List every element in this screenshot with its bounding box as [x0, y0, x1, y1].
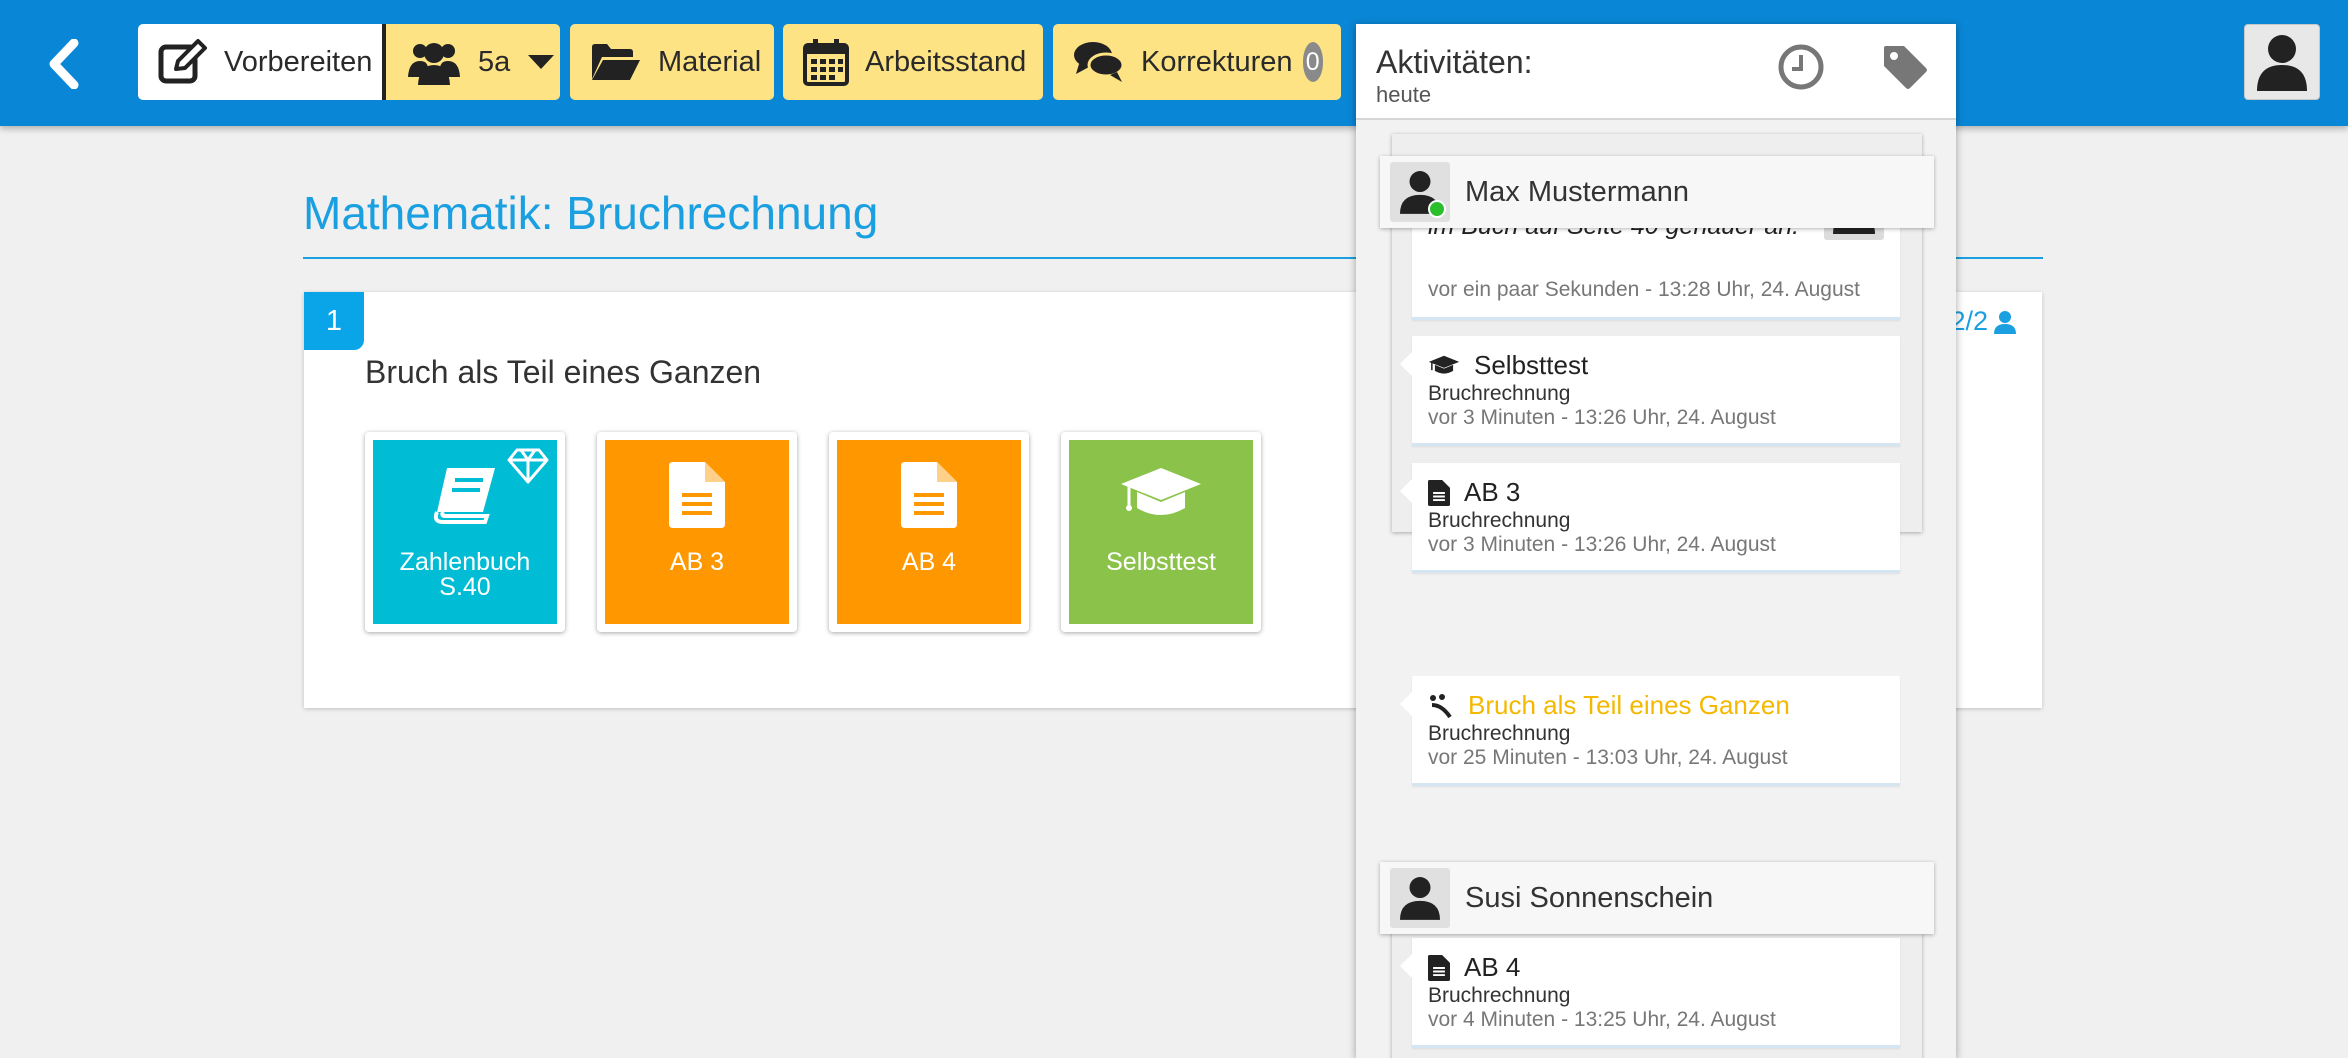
- top-navigation-bar: Vorbereiten 5a Material Arbeitsstand Kor…: [0, 0, 2348, 126]
- activities-header: Aktivitäten: heute: [1356, 24, 1956, 120]
- tile-body: Zahlenbuch S.40: [373, 440, 557, 624]
- user-menu-button[interactable]: [2244, 24, 2320, 100]
- chevron-left-icon: [49, 39, 79, 89]
- tile-body: AB 3: [605, 440, 789, 624]
- material-tile-ab3[interactable]: AB 3: [597, 432, 797, 632]
- activities-title: Aktivitäten:: [1376, 44, 1533, 80]
- book-icon: [433, 462, 497, 528]
- activity-meta: vor 25 Minuten - 13:03 Uhr, 24. August: [1428, 746, 1788, 769]
- class-select[interactable]: 5a: [386, 24, 560, 100]
- topic-icon: [1430, 693, 1452, 718]
- corrections-count-badge: 0: [1302, 42, 1323, 82]
- corrections-button[interactable]: Korrekturen 0: [1053, 24, 1341, 100]
- activity-meta: vor 4 Minuten - 13:25 Uhr, 24. August: [1428, 1008, 1776, 1031]
- student-name: Max Mustermann: [1465, 175, 1690, 208]
- material-tile-zahlenbuch[interactable]: Zahlenbuch S.40: [365, 432, 565, 632]
- tile-label: AB 3: [669, 548, 725, 576]
- tile-body: AB 4: [837, 440, 1021, 624]
- corrections-label: Korrekturen: [1141, 45, 1293, 78]
- tile-body: Selbsttest: [1069, 440, 1253, 624]
- graduation-cap-icon: [1428, 355, 1460, 374]
- back-button[interactable]: [38, 34, 88, 94]
- user-icon: [1994, 310, 2016, 334]
- page-title: Mathematik: Bruchrechnung: [303, 187, 879, 239]
- student-count-value: 2/2: [1950, 306, 1988, 336]
- diamond-icon: [507, 448, 549, 484]
- avatar: [1390, 162, 1450, 222]
- activity-subject: Bruchrechnung: [1428, 382, 1571, 405]
- calendar-icon: [803, 39, 849, 86]
- activity-meta: vor 3 Minuten - 13:26 Uhr, 24. August: [1428, 533, 1776, 556]
- activity-title: Bruch als Teil eines Ganzen: [1468, 690, 1790, 720]
- activity-subject: Bruchrechnung: [1428, 509, 1571, 532]
- topic-title: Bruch als Teil eines Ganzen: [365, 354, 762, 390]
- activity-header-row: Selbsttest: [1428, 350, 1588, 381]
- material-tile-ab4[interactable]: AB 4: [829, 432, 1029, 632]
- activity-meta: vor ein paar Sekunden - 13:28 Uhr, 24. A…: [1428, 278, 1860, 301]
- material-tile-selbsttest[interactable]: Selbsttest: [1061, 432, 1261, 632]
- user-icon: [1400, 877, 1440, 920]
- topic-number: 1: [304, 292, 364, 350]
- activity-header-row: Bruch als Teil eines Ganzen: [1428, 690, 1790, 721]
- document-icon: [901, 462, 957, 528]
- document-icon: [669, 462, 725, 528]
- activity-title: AB 4: [1464, 952, 1521, 982]
- avatar: [1390, 868, 1450, 928]
- user-icon: [2257, 35, 2307, 91]
- clock-icon[interactable]: [1776, 42, 1826, 92]
- progress-label: Arbeitsstand: [865, 45, 1027, 78]
- tile-label: Selbsttest: [1106, 548, 1216, 576]
- users-icon: [408, 43, 460, 85]
- document-icon: [1428, 479, 1450, 506]
- progress-button[interactable]: Arbeitsstand: [783, 24, 1043, 100]
- online-status-indicator: [1428, 200, 1446, 218]
- activity-item[interactable]: Bruch als Teil eines Ganzen Bruchrechnun…: [1400, 676, 1900, 786]
- activity-header-row: AB 4: [1428, 952, 1520, 983]
- activities-panel: Aktivitäten: heute Schau dir bitte noch …: [1356, 24, 1956, 1058]
- student-header-max[interactable]: Max Mustermann: [1380, 156, 1934, 228]
- student-count[interactable]: 2/2: [1950, 306, 2016, 337]
- activity-title: Selbsttest: [1474, 350, 1589, 380]
- activities-subtitle: heute: [1376, 82, 1432, 107]
- activity-meta: vor 3 Minuten - 13:26 Uhr, 24. August: [1428, 406, 1776, 429]
- class-label: 5a: [478, 45, 511, 78]
- material-button[interactable]: Material: [570, 24, 774, 100]
- activity-item[interactable]: Selbsttest Bruchrechnung vor 3 Minuten -…: [1400, 336, 1900, 446]
- edit-icon: [158, 39, 207, 84]
- material-label: Material: [658, 45, 762, 78]
- student-header-susi[interactable]: Susi Sonnenschein: [1380, 862, 1934, 934]
- tile-label: AB 4: [901, 548, 957, 576]
- prepare-button[interactable]: Vorbereiten: [138, 24, 383, 100]
- tag-icon[interactable]: [1880, 42, 1930, 92]
- activity-item[interactable]: AB 3 Bruchrechnung vor 3 Minuten - 13:26…: [1400, 463, 1900, 573]
- activity-item[interactable]: AB 4 Bruchrechnung vor 4 Minuten - 13:25…: [1400, 938, 1900, 1048]
- activity-header-row: AB 3: [1428, 477, 1520, 508]
- folder-open-icon: [592, 44, 640, 80]
- comments-icon: [1074, 42, 1125, 82]
- activity-subject: Bruchrechnung: [1428, 722, 1571, 745]
- student-name: Susi Sonnenschein: [1465, 881, 1714, 914]
- caret-down-icon: [528, 55, 555, 69]
- prepare-label: Vorbereiten: [224, 45, 373, 78]
- activity-title: AB 3: [1464, 477, 1521, 507]
- document-icon: [1428, 954, 1450, 981]
- activity-subject: Bruchrechnung: [1428, 984, 1571, 1007]
- tile-label: Zahlenbuch S.40: [399, 548, 531, 601]
- graduation-cap-icon: [1119, 462, 1203, 528]
